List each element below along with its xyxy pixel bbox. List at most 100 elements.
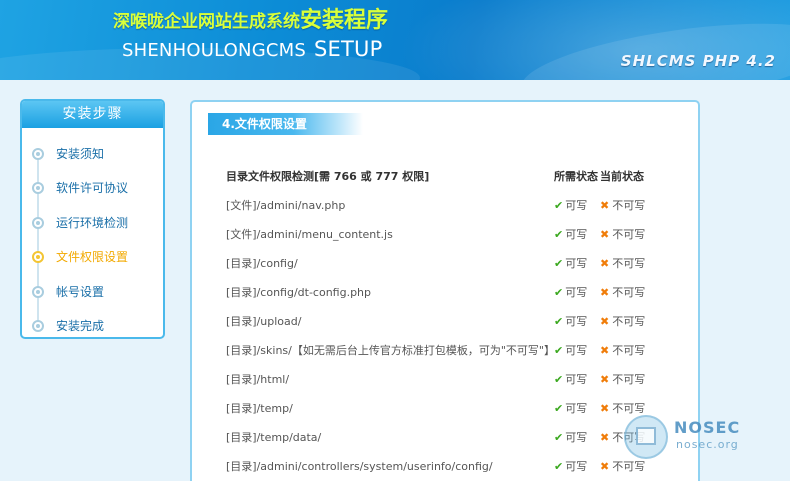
row-required-status: ✔ 可写 [554, 313, 587, 331]
current-status-text: 不可写 [612, 286, 646, 299]
row-path: [目录]/upload/ [226, 315, 302, 328]
required-status-text: 可写 [565, 431, 588, 444]
product-title-cn-main: 深喉咙企业网站生成系统 [113, 12, 300, 32]
cross-icon: ✖ [600, 228, 610, 241]
row-path: [目录]/config/dt-config.php [226, 286, 372, 299]
column-header-path: 目录文件权限检测[需 766 或 777 权限] [226, 170, 430, 183]
required-status-text: 可写 [565, 402, 588, 415]
table-row: [文件]/admini/nav.php ✔ 可写 ✖ 不可写 [226, 197, 686, 226]
step-label: 运行环境检测 [56, 215, 129, 230]
row-path: [目录]/skins/【如无需后台上传官方标准打包模板，可为"不可写"】 [226, 344, 555, 357]
cross-icon: ✖ [600, 257, 610, 270]
row-path: [文件]/admini/menu_content.js [226, 228, 393, 241]
product-title-cn-setup: 安装程序 [300, 8, 389, 33]
product-title-en: SHENHOULONGCMS SETUP [122, 38, 382, 62]
step-bullet-icon [32, 182, 44, 195]
table-row: [目录]/temp/data/✔ 可写 ✖ 不可写 [226, 429, 686, 458]
current-status-text: 不可写 [612, 402, 646, 415]
table-row: [目录]/html/ ✔ 可写 ✖ 不可写 [226, 371, 686, 400]
install-steps-list: 安装须知软件许可协议 运行环境检测 文件权限设置 帐号设置安装完成 [22, 128, 163, 350]
row-required-status: ✔ 可写 [554, 342, 587, 360]
row-path: [目录]/config/ [226, 257, 298, 270]
row-required-status: ✔ 可写 [554, 197, 587, 215]
step-label: 安装须知 [56, 147, 105, 161]
watermark-box-icon [636, 427, 656, 445]
row-current-status: ✖ 不可写 [600, 342, 645, 360]
cross-icon: ✖ [600, 199, 610, 212]
table-row: [文件]/admini/menu_content.js ✔ 可写 ✖ 不可写 [226, 226, 686, 255]
row-current-status: ✖ 不可写 [600, 255, 645, 273]
step-item: 文件权限设置 [22, 247, 163, 281]
check-icon: ✔ [554, 286, 564, 299]
table-row: [目录]/temp/ ✔ 可写 ✖ 不可写 [226, 400, 686, 429]
row-required-status: ✔ 可写 [554, 284, 587, 302]
cross-icon: ✖ [600, 373, 610, 386]
current-status-text: 不可写 [612, 228, 646, 241]
check-icon: ✔ [554, 460, 564, 473]
check-icon: ✔ [554, 257, 564, 270]
row-current-status: ✖ 不可写 [600, 284, 645, 302]
step-item: 软件许可协议 [22, 178, 163, 212]
check-icon: ✔ [554, 431, 564, 444]
step-label: 帐号设置 [56, 284, 105, 299]
check-icon: ✔ [554, 344, 564, 357]
cross-icon: ✖ [600, 402, 610, 415]
step-label: 文件权限设置 [56, 250, 129, 265]
step-item: 安装完成 [22, 316, 163, 350]
table-header-row: 目录文件权限检测[需 766 或 777 权限] 所需状态 当前状态 [226, 168, 686, 197]
required-status-text: 可写 [565, 228, 588, 241]
check-icon: ✔ [554, 315, 564, 328]
step-bullet-icon [32, 251, 44, 264]
row-required-status: ✔ 可写 [554, 458, 587, 476]
row-path: [目录]/admini/controllers/system/userinfo/… [226, 460, 493, 473]
row-path: [目录]/temp/ [226, 402, 293, 415]
current-status-text: 不可写 [612, 199, 646, 212]
watermark: NOSEC nosec.org [624, 415, 784, 463]
required-status-text: 可写 [565, 199, 588, 212]
row-current-status: ✖ 不可写 [600, 226, 645, 244]
current-status-text: 不可写 [612, 257, 646, 270]
table-row: [目录]/skins/【如无需后台上传官方标准打包模板，可为"不可写"】 ✔ 可写 ✖… [226, 342, 686, 371]
table-row: [目录]/upload/ ✔ 可写 ✖ 不可写 [226, 313, 686, 342]
cross-icon: ✖ [600, 315, 610, 328]
required-status-text: 可写 [565, 344, 588, 357]
cross-icon: ✖ [600, 460, 610, 473]
step-label: 安装完成 [56, 318, 105, 333]
required-status-text: 可写 [565, 286, 588, 299]
row-required-status: ✔ 可写 [554, 226, 587, 244]
step-label: 软件许可协议 [56, 181, 129, 196]
product-title-en-setup: SETUP [313, 37, 383, 61]
table-row: [目录]/config/ ✔ 可写 ✖ 不可写 [226, 255, 686, 284]
row-required-status: ✔ 可写 [554, 371, 587, 389]
table-row: [目录]/config/dt-config.php ✔ 可写 ✖ 不可写 [226, 284, 686, 313]
check-icon: ✔ [554, 373, 564, 386]
check-icon: ✔ [554, 228, 564, 241]
step-item: 帐号设置 [22, 282, 163, 316]
step-bullet-icon [32, 285, 44, 298]
current-status-text: 不可写 [612, 315, 646, 328]
header-banner: 深喉咙企业网站生成系统安装程序 SHENHOULONGCMS SETUP SHLC… [0, 0, 790, 80]
current-status-text: 不可写 [612, 373, 646, 386]
row-current-status: ✖ 不可写 [600, 313, 645, 331]
install-steps-heading: 安装步骤 [22, 101, 163, 128]
row-path: [目录]/html/ [226, 373, 290, 386]
step-item: 运行环境检测 [22, 213, 163, 247]
required-status-text: 可写 [565, 315, 588, 328]
row-current-status: ✖ 不可写 [600, 371, 645, 389]
row-path: [文件]/admini/nav.php [226, 199, 346, 212]
step-item: 安装须知 [22, 144, 163, 178]
watermark-title: NOSEC [674, 418, 741, 437]
cross-icon: ✖ [600, 344, 610, 357]
row-required-status: ✔ 可写 [554, 255, 587, 273]
column-header-current: 当前状态 [600, 170, 644, 183]
required-status-text: 可写 [565, 373, 588, 386]
row-path: [目录]/temp/data/ [226, 431, 322, 444]
current-status-text: 不可写 [612, 344, 646, 357]
step-bullet-icon [32, 148, 44, 160]
step-bullet-icon [32, 216, 44, 229]
table-row: [目录]/admini/controllers/system/userinfo/… [226, 458, 686, 481]
required-status-text: 可写 [565, 257, 588, 270]
cross-icon: ✖ [600, 286, 610, 299]
row-required-status: ✔ 可写 [554, 400, 587, 418]
product-title-en-main: SHENHOULONGCMS [122, 40, 306, 61]
